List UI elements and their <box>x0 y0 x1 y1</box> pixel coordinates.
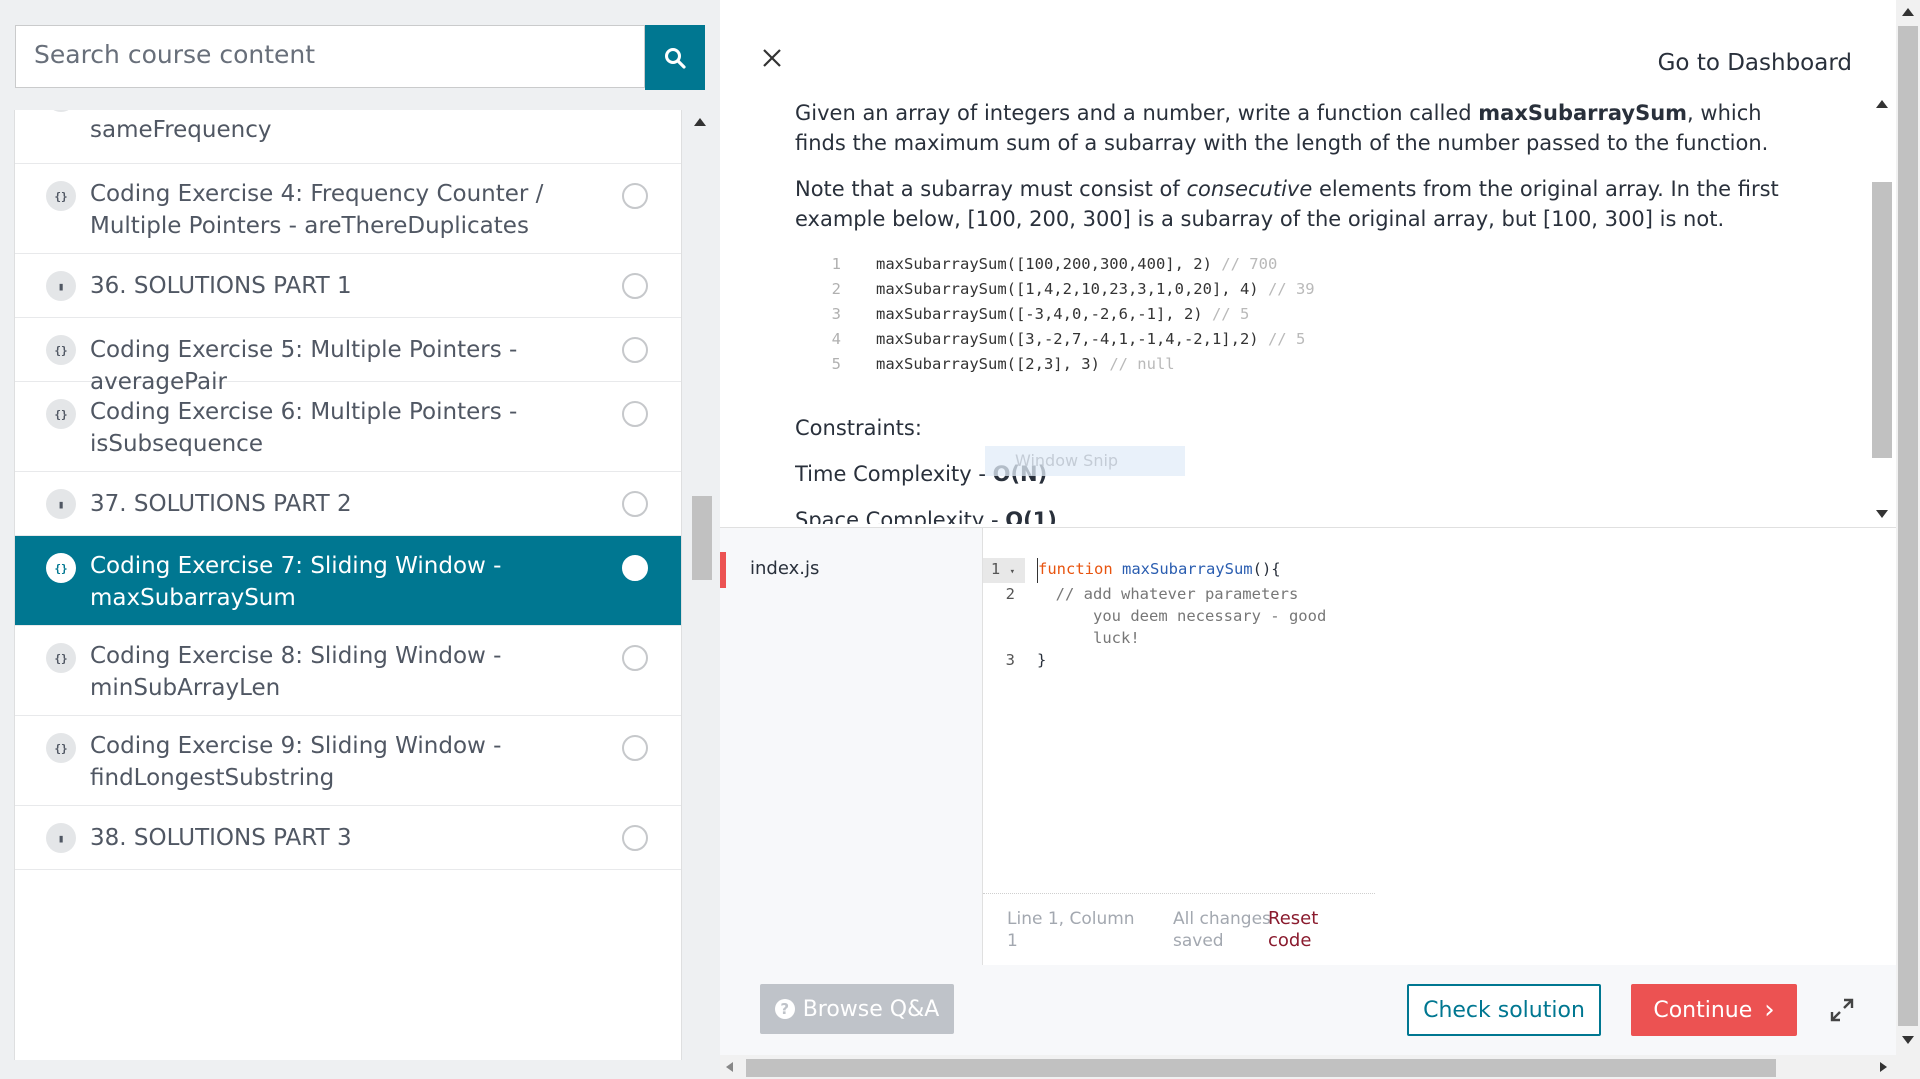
editor-area: index.js 1 ▾ function maxSubarraySum(){ … <box>720 527 1896 966</box>
list-item-label: 38. SOLUTIONS PART 3 <box>90 825 352 851</box>
code-editor[interactable]: 1 ▾ function maxSubarraySum(){ 2 // add … <box>982 528 1378 966</box>
page-scroll-thumb[interactable] <box>1898 26 1918 1026</box>
function-name: maxSubarraySum <box>1478 101 1688 125</box>
question-icon: ? <box>774 999 795 1019</box>
scroll-left-arrow-icon[interactable] <box>726 1062 733 1072</box>
file-icon: ▮ <box>46 489 76 519</box>
code-content[interactable]: 1 ▾ function maxSubarraySum(){ 2 // add … <box>983 558 1377 671</box>
time-complexity: Time Complexity - O(N) <box>795 462 1047 486</box>
go-to-dashboard-link[interactable]: Go to Dashboard <box>1658 50 1852 76</box>
line-number: 3 <box>1005 651 1015 669</box>
completion-checkbox[interactable] <box>622 735 648 761</box>
code-braces-icon: {} <box>46 110 76 112</box>
completion-checkbox[interactable] <box>622 645 648 671</box>
page-scrollbar[interactable] <box>1896 0 1920 1079</box>
code-braces-icon: {} <box>46 181 76 211</box>
list-item-label: Coding Exercise 6: Multiple Pointers - i… <box>90 399 518 457</box>
horizontal-scrollbar[interactable] <box>720 1055 1896 1079</box>
list-item-active[interactable]: {} Coding Exercise 7: Sliding Window - m… <box>15 536 681 626</box>
completion-checkbox[interactable] <box>622 491 648 517</box>
exercise-panel: Go to Dashboard Given an array of intege… <box>720 0 1896 1079</box>
course-content-list: {} Coding Exercise 3: Frequency Counter … <box>14 110 682 1060</box>
search-input[interactable]: Search course content <box>15 25 645 88</box>
sidebar-scrollbar[interactable] <box>688 110 714 1079</box>
list-item[interactable]: {} Coding Exercise 9: Sliding Window - f… <box>15 716 681 806</box>
editor-status-bar: Line 1, Column 1 All changes saved Reset… <box>983 893 1377 967</box>
code-braces-icon: {} <box>46 643 76 673</box>
scroll-right-arrow-icon[interactable] <box>1880 1062 1887 1072</box>
completion-checkbox[interactable] <box>622 273 648 299</box>
exercise-description: Given an array of integers and a number,… <box>795 98 1795 524</box>
code-line[interactable]: 2 // add whatever parameters you deem ne… <box>983 583 1377 649</box>
close-icon <box>763 49 781 67</box>
browse-qa-button[interactable]: ? Browse Q&A <box>760 984 954 1034</box>
cursor-position: Line 1, Column 1 <box>1007 909 1135 951</box>
description-scroll-thumb[interactable] <box>1872 182 1892 458</box>
list-item[interactable]: ▮ 36. SOLUTIONS PART 1 <box>15 254 681 318</box>
scroll-up-arrow-icon[interactable] <box>694 118 706 126</box>
file-tab-index-js[interactable]: index.js <box>720 552 988 588</box>
scroll-up-arrow-icon[interactable] <box>1876 100 1888 108</box>
course-sidebar: Search course content {} Coding Exercise… <box>0 0 720 1079</box>
scroll-down-arrow-icon[interactable] <box>1876 510 1888 518</box>
list-item[interactable]: {} Coding Exercise 5: Multiple Pointers … <box>15 318 681 395</box>
close-button[interactable] <box>758 44 786 72</box>
sidebar-scroll-thumb[interactable] <box>692 496 712 580</box>
save-status: All changes saved <box>1173 909 1271 951</box>
list-item-label: Coding Exercise 8: Sliding Window - minS… <box>90 643 502 701</box>
continue-button[interactable]: Continue › <box>1631 984 1797 1036</box>
list-item[interactable]: ▮ 37. SOLUTIONS PART 2 <box>15 472 681 536</box>
exercise-footer: ? Browse Q&A Check solution Continue › <box>720 965 1896 1065</box>
file-tab-label: index.js <box>750 558 820 579</box>
list-item[interactable]: {} Coding Exercise 6: Multiple Pointers … <box>15 382 681 472</box>
result-pane <box>1376 528 1896 966</box>
file-icon: ▮ <box>46 823 76 853</box>
expand-button[interactable] <box>1826 994 1858 1026</box>
description-paragraph: Given an array of integers and a number,… <box>795 101 1769 155</box>
completion-checkbox[interactable] <box>622 825 648 851</box>
scroll-down-arrow-icon[interactable] <box>1902 1036 1914 1044</box>
code-line[interactable]: 1 ▾ function maxSubarraySum(){ <box>983 558 1377 583</box>
check-solution-button[interactable]: Check solution <box>1407 984 1601 1036</box>
list-item-label: Coding Exercise 3: Frequency Counter - s… <box>90 110 544 143</box>
list-item[interactable]: {} Coding Exercise 3: Frequency Counter … <box>15 110 681 164</box>
reset-code-link[interactable]: Reset code <box>1268 908 1348 952</box>
horizontal-scroll-thumb[interactable] <box>746 1059 1776 1077</box>
expand-icon <box>1830 998 1854 1022</box>
example-code-block: 1 maxSubarraySum([100,200,300,400], 2) //… <box>831 255 1315 373</box>
completion-checkbox[interactable] <box>622 555 648 581</box>
list-item-label: Coding Exercise 9: Sliding Window - find… <box>90 733 502 791</box>
search-button[interactable] <box>645 25 705 90</box>
code-braces-icon: {} <box>46 399 76 429</box>
line-number: 2 <box>1005 585 1015 603</box>
list-item-label: 36. SOLUTIONS PART 1 <box>90 273 352 299</box>
code-braces-icon: {} <box>46 335 76 365</box>
search-icon <box>665 47 686 69</box>
space-complexity: Space Complexity - O(1) <box>795 508 1057 524</box>
fold-arrow-icon[interactable]: ▾ <box>1010 567 1015 577</box>
completion-checkbox[interactable] <box>622 183 648 209</box>
list-item[interactable]: {} Coding Exercise 4: Frequency Counter … <box>15 164 681 254</box>
constraints-heading: Constraints: <box>795 416 922 440</box>
completion-checkbox[interactable] <box>622 401 648 427</box>
chevron-right-icon: › <box>1764 995 1775 1025</box>
code-line[interactable]: 3 } <box>983 649 1377 671</box>
list-item-label: 37. SOLUTIONS PART 2 <box>90 491 352 517</box>
description-paragraph: Note that a subarray must consist of con… <box>795 177 1779 231</box>
list-item-label: Coding Exercise 7: Sliding Window - maxS… <box>90 553 502 611</box>
completion-checkbox[interactable] <box>622 337 648 363</box>
file-icon: ▮ <box>46 271 76 301</box>
scroll-up-arrow-icon[interactable] <box>1902 8 1914 16</box>
window-snip-overlay: Window Snip <box>985 446 1185 476</box>
code-braces-icon: {} <box>46 553 76 583</box>
line-number: 1 ▾ <box>983 558 1025 583</box>
code-braces-icon: {} <box>46 733 76 763</box>
list-item[interactable]: {} Coding Exercise 8: Sliding Window - m… <box>15 626 681 716</box>
list-item-label: Coding Exercise 4: Frequency Counter / M… <box>90 181 544 239</box>
list-item[interactable]: ▮ 38. SOLUTIONS PART 3 <box>15 806 681 870</box>
